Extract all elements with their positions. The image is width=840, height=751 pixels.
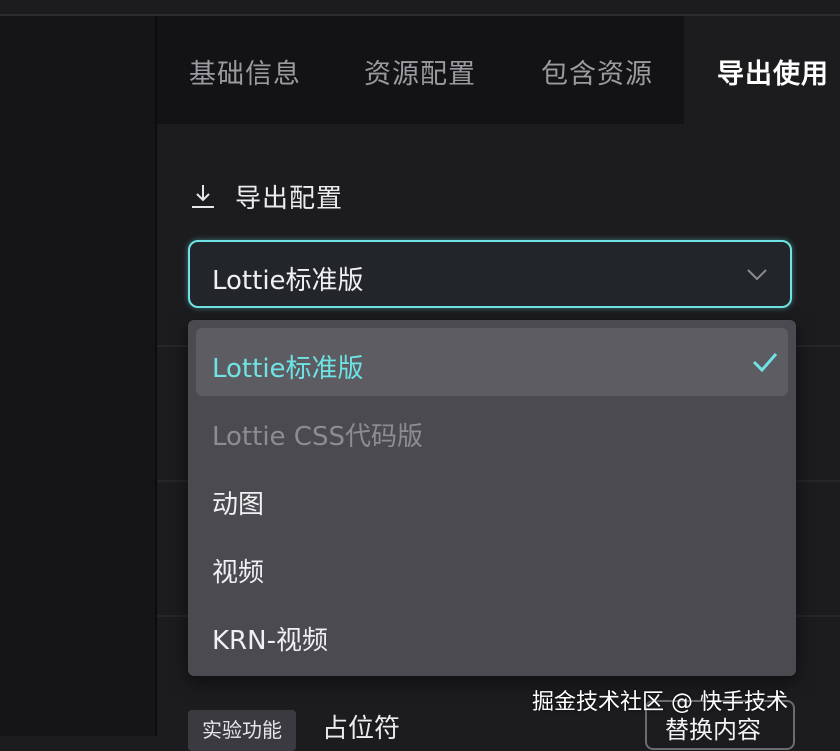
option-lottie-standard[interactable]: Lottie标准版 bbox=[196, 328, 788, 396]
experimental-badge: 实验功能 bbox=[188, 710, 296, 751]
watermark: 掘金技术社区 @ 快手技术 bbox=[532, 690, 788, 715]
tab-resource-config[interactable]: 资源配置 bbox=[364, 52, 476, 91]
option-label: KRN-视频 bbox=[212, 626, 328, 656]
left-panel bbox=[0, 16, 155, 736]
tab-included-resources[interactable]: 包含资源 bbox=[541, 52, 653, 91]
download-icon bbox=[192, 185, 214, 208]
option-label: Lottie CSS代码版 bbox=[212, 422, 423, 452]
check-icon bbox=[752, 353, 778, 372]
tab-export-usage[interactable]: 导出使用 bbox=[717, 52, 829, 91]
format-dropdown-menu: Lottie标准版 Lottie CSS代码版 动图 视频 KRN-视频 bbox=[188, 320, 796, 676]
chevron-down-icon bbox=[747, 269, 767, 281]
export-config-header: 导出配置 bbox=[189, 176, 343, 216]
placeholder-label: 占位符 bbox=[322, 714, 401, 744]
option-krn-video[interactable]: KRN-视频 bbox=[196, 600, 788, 668]
select-value: Lottie标准版 bbox=[212, 266, 364, 296]
tab-bar: 基础信息 资源配置 包含资源 导出使用 bbox=[157, 16, 840, 124]
option-gif[interactable]: 动图 bbox=[196, 464, 788, 532]
option-label: 动图 bbox=[212, 490, 265, 520]
option-label: Lottie标准版 bbox=[212, 354, 364, 384]
option-video[interactable]: 视频 bbox=[196, 532, 788, 600]
option-lottie-css: Lottie CSS代码版 bbox=[196, 396, 788, 464]
option-label: 视频 bbox=[212, 558, 265, 588]
panel-divider bbox=[155, 16, 157, 736]
export-config-title: 导出配置 bbox=[235, 183, 344, 214]
export-format-select[interactable]: Lottie标准版 bbox=[188, 240, 792, 308]
tab-basic-info[interactable]: 基础信息 bbox=[189, 52, 301, 91]
